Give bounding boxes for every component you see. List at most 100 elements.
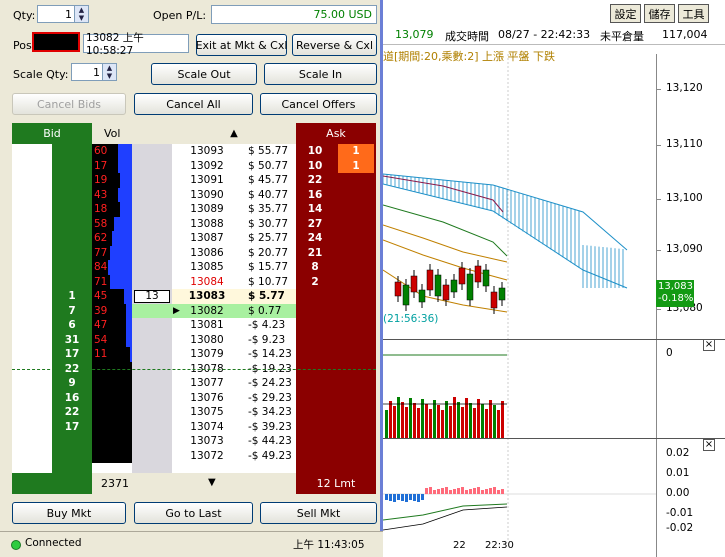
bid-size[interactable] <box>52 217 92 232</box>
price-level[interactable]: 13087 <box>182 231 232 246</box>
bid-size[interactable]: 7 <box>52 304 92 319</box>
ask-header[interactable]: Ask <box>296 123 376 144</box>
price-level[interactable]: 13088 <box>182 217 232 232</box>
ask-size[interactable] <box>300 347 330 362</box>
bid-size[interactable]: 17 <box>52 420 92 435</box>
bid-size[interactable]: 17 <box>52 347 92 362</box>
bid-header[interactable]: Bid <box>12 123 92 144</box>
ladder-row[interactable]: 17 13074 -$ 39.23 <box>12 419 376 435</box>
scale-qty-stepper[interactable]: 1 ▲ ▼ <box>71 63 117 81</box>
close-pane-icon[interactable]: × <box>703 339 715 351</box>
bid-size[interactable]: 1 <box>52 289 92 304</box>
price-level[interactable]: 13083 <box>182 289 232 304</box>
ladder-row[interactable]: 1 45 13083 $ 5.77 13 <box>12 289 376 304</box>
ask-size[interactable] <box>300 420 330 435</box>
ask-size[interactable] <box>300 434 330 449</box>
vol-header[interactable]: Vol <box>92 123 172 144</box>
price-level[interactable]: 13079 <box>182 347 232 362</box>
ask-size[interactable]: 22 <box>300 173 330 188</box>
ask-size[interactable]: 21 <box>300 246 330 261</box>
ask-size[interactable] <box>300 405 330 420</box>
scale-out-button[interactable]: Scale Out <box>151 63 257 85</box>
ladder-row[interactable]: 18 13089 $ 35.77 14 <box>12 202 376 217</box>
bid-size[interactable] <box>52 275 92 290</box>
ask-size[interactable]: 27 <box>300 217 330 232</box>
bid-size[interactable] <box>52 144 92 159</box>
ask-size[interactable]: 10 <box>300 159 330 174</box>
ladder-row[interactable]: 13072 -$ 49.23 <box>12 448 376 464</box>
bid-size[interactable] <box>52 449 92 464</box>
ask-size[interactable] <box>300 289 330 304</box>
bid-size[interactable]: 31 <box>52 333 92 348</box>
bid-size[interactable]: 22 <box>52 405 92 420</box>
price-level[interactable]: 13090 <box>182 188 232 203</box>
ladder-row[interactable]: 84 13085 $ 15.77 8 <box>12 260 376 275</box>
price-level[interactable]: 13092 <box>182 159 232 174</box>
price-level[interactable]: 13081 <box>182 318 232 333</box>
ask-size[interactable] <box>300 304 330 319</box>
ladder-row[interactable]: 71 13084 $ 10.77 2 <box>12 274 376 290</box>
price-level[interactable]: 13075 <box>182 405 232 420</box>
qty-stepper[interactable]: 1 ▲ ▼ <box>37 5 89 23</box>
ask-size[interactable]: 2 <box>300 275 330 290</box>
ask-size[interactable] <box>300 376 330 391</box>
ask-size[interactable] <box>300 318 330 333</box>
ask-size[interactable]: 16 <box>300 188 330 203</box>
bid-size[interactable] <box>52 434 92 449</box>
ladder-row[interactable]: 58 13088 $ 30.77 27 <box>12 216 376 232</box>
scroll-down-icon[interactable]: ▼ <box>208 477 216 488</box>
ask-size[interactable] <box>300 449 330 464</box>
bid-size[interactable] <box>52 246 92 261</box>
price-level[interactable]: 13082 <box>182 304 232 319</box>
ladder-row[interactable]: 17 11 13079 -$ 14.23 <box>12 347 376 362</box>
ladder-row[interactable]: 77 13086 $ 20.77 21 <box>12 245 376 261</box>
price-level[interactable]: 13072 <box>182 449 232 464</box>
price-level[interactable]: 13074 <box>182 420 232 435</box>
scale-in-button[interactable]: Scale In <box>264 63 377 85</box>
ask-size[interactable]: 8 <box>300 260 330 275</box>
ladder-row[interactable]: 17 13092 $ 50.77 10 1 <box>12 158 376 174</box>
bid-size[interactable] <box>52 260 92 275</box>
working-ask-order[interactable]: 1 <box>338 158 374 173</box>
ask-size[interactable]: 14 <box>300 202 330 217</box>
ladder-row[interactable]: 43 13090 $ 40.77 16 <box>12 187 376 203</box>
bid-size[interactable] <box>52 188 92 203</box>
exit-at-market-button[interactable]: Exit at Mkt & Cxl <box>196 34 287 56</box>
bid-size[interactable] <box>52 231 92 246</box>
go-to-last-button[interactable]: Go to Last <box>134 502 253 524</box>
ladder-row[interactable]: 31 54 13080 -$ 9.23 <box>12 332 376 348</box>
price-level[interactable]: 13085 <box>182 260 232 275</box>
ladder-row[interactable]: 6 47 13081 -$ 4.23 <box>12 318 376 333</box>
ask-size[interactable] <box>300 333 330 348</box>
ladder-row[interactable]: 19 13091 $ 45.77 22 <box>12 173 376 188</box>
bid-size[interactable]: 9 <box>52 376 92 391</box>
ladder-row[interactable]: 60 13093 $ 55.77 10 1 <box>12 144 376 159</box>
spin-arrows-icon[interactable]: ▲ ▼ <box>74 6 88 22</box>
ladder-row[interactable]: 9 13077 -$ 24.23 <box>12 376 376 391</box>
bid-size[interactable]: 6 <box>52 318 92 333</box>
price-level[interactable]: 13089 <box>182 202 232 217</box>
price-level[interactable]: 13093 <box>182 144 232 159</box>
ask-size[interactable] <box>300 391 330 406</box>
ask-size[interactable]: 10 <box>300 144 330 159</box>
price-level[interactable]: 13076 <box>182 391 232 406</box>
ladder-row[interactable]: 7 39 13082 $ 0.77 ▶ <box>12 303 376 319</box>
cancel-bids-button[interactable]: Cancel Bids <box>12 93 126 115</box>
buy-market-button[interactable]: Buy Mkt <box>12 502 126 524</box>
price-level[interactable]: 13077 <box>182 376 232 391</box>
close-pane-icon[interactable]: × <box>703 439 715 451</box>
ladder-row[interactable]: 22 13075 -$ 34.23 <box>12 405 376 420</box>
bid-size[interactable]: 16 <box>52 391 92 406</box>
price-level[interactable]: 13073 <box>182 434 232 449</box>
sell-market-button[interactable]: Sell Mkt <box>260 502 377 524</box>
bid-size[interactable] <box>52 202 92 217</box>
ladder-row[interactable]: 13073 -$ 44.23 <box>12 434 376 449</box>
price-level[interactable]: 13086 <box>182 246 232 261</box>
spin-arrows-icon[interactable]: ▲ ▼ <box>102 64 116 80</box>
ladder-row[interactable]: 62 13087 $ 25.77 24 <box>12 231 376 246</box>
cancel-all-button[interactable]: Cancel All <box>134 93 253 115</box>
scroll-up-icon[interactable]: ▲ <box>172 123 296 144</box>
bid-size[interactable] <box>52 173 92 188</box>
ladder-row[interactable]: 16 13076 -$ 29.23 <box>12 390 376 406</box>
price-level[interactable]: 13080 <box>182 333 232 348</box>
